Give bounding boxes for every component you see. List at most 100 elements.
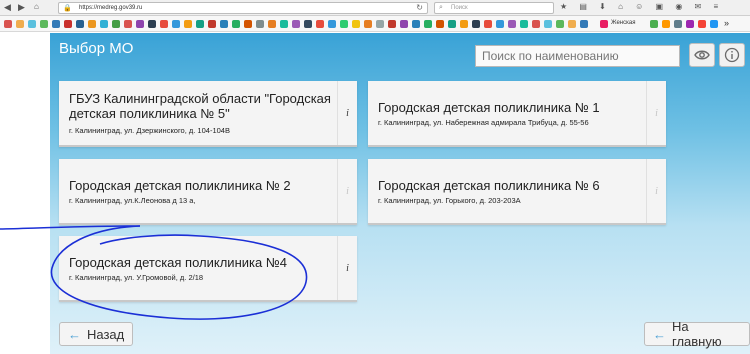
card-info-icon[interactable]: i [337, 81, 357, 145]
bookmark-icon[interactable] [508, 20, 516, 28]
bookmark-icon[interactable] [412, 20, 420, 28]
bookmark-icon[interactable] [28, 20, 36, 28]
bookmark-icon[interactable] [710, 20, 718, 28]
browser-search-placeholder: Поиск [451, 5, 468, 11]
bookmark-icon[interactable] [184, 20, 192, 28]
more-bookmarks-icon[interactable]: » [724, 18, 729, 28]
card-info-icon[interactable]: i [337, 159, 357, 223]
card-info-icon[interactable]: i [646, 159, 666, 223]
bookmark-icon[interactable] [568, 20, 576, 28]
bookmark-icon[interactable] [388, 20, 396, 28]
bookmark-icon[interactable] [400, 20, 408, 28]
bookmark-icon[interactable] [472, 20, 480, 28]
card-info-icon[interactable]: i [337, 236, 357, 300]
forward-nav-icon[interactable]: ▶ [18, 2, 25, 13]
bookmark-icon[interactable] [686, 20, 694, 28]
bookmark-icon[interactable] [556, 20, 564, 28]
arrow-left-icon: ← [653, 326, 666, 342]
lock-icon: 🔒 [63, 5, 72, 12]
bookmark-icon[interactable] [244, 20, 252, 28]
card-title: Городская детская поликлиника № 2 [69, 178, 291, 193]
bookmark-icon[interactable] [256, 20, 264, 28]
mo-card[interactable]: ГБУЗ Калининградской области "Городская … [59, 81, 357, 147]
back-button-label: Назад [87, 326, 125, 342]
bookmark-icon[interactable] [340, 20, 348, 28]
bookmark-icon[interactable] [148, 20, 156, 28]
card-address: г. Калининград, ул. Дзержинского, д. 104… [69, 126, 230, 135]
bookmark-icon[interactable] [316, 20, 324, 28]
toolbar-icons[interactable]: ★ ▤ ⬇ ⌂ ☺ ▣ ◉ ✉ ≡ [560, 2, 723, 11]
home-button[interactable]: ← На главную [644, 319, 750, 349]
bookmark-icon[interactable] [268, 20, 276, 28]
bookmark-icon[interactable] [124, 20, 132, 28]
view-button[interactable] [689, 43, 715, 67]
card-address: г. Калининград, ул. У.Громовой, д. 2/18 [69, 273, 204, 282]
bookmark-icon[interactable] [232, 20, 240, 28]
bookmark-icon[interactable] [328, 20, 336, 28]
info-button[interactable] [719, 43, 745, 67]
bookmark-icon[interactable] [112, 20, 120, 28]
bookmark-icon[interactable] [280, 20, 288, 28]
mo-card[interactable]: Городская детская поликлиника № 2 г. Кал… [59, 159, 357, 225]
bookmark-icon[interactable] [662, 20, 670, 28]
browser-search[interactable]: ⌕ Поиск [434, 2, 554, 14]
search-input[interactable] [475, 45, 680, 67]
bookmark-icon[interactable] [16, 20, 24, 28]
bookmark-icon[interactable] [520, 20, 528, 28]
arrow-left-icon: ← [68, 326, 81, 342]
bookmark-icon[interactable] [436, 20, 444, 28]
mo-card[interactable]: Городская детская поликлиника № 6 г. Кал… [368, 159, 666, 225]
browser-toolbar: ◀ ▶ ⌂ 🔒 https://medreg.gov39.ru ↻ ⌕ Поис… [0, 0, 750, 16]
search-icon: ⌕ [439, 4, 443, 11]
bookmark-icon[interactable] [448, 20, 456, 28]
address-bar[interactable]: 🔒 https://medreg.gov39.ru ↻ [58, 2, 428, 14]
bookmark-icon[interactable] [4, 20, 12, 28]
bookmark-icon[interactable] [376, 20, 384, 28]
bookmark-icon[interactable] [424, 20, 432, 28]
bookmarks-bar: Женская » [0, 16, 750, 32]
bookmark-icon[interactable] [698, 20, 706, 28]
reload-icon[interactable]: ↻ [416, 3, 423, 13]
card-address: г. Калининград, ул. Горького, д. 203-203… [378, 196, 521, 205]
bookmark-icon[interactable] [352, 20, 360, 28]
address-text: https://medreg.gov39.ru [79, 5, 143, 11]
bookmark-icon[interactable] [364, 20, 372, 28]
bookmark-label[interactable]: Женская [611, 20, 635, 26]
card-title: Городская детская поликлиника № 1 [378, 100, 600, 115]
bookmark-icon[interactable] [76, 20, 84, 28]
bookmark-icon[interactable] [484, 20, 492, 28]
mo-card[interactable]: Городская детская поликлиника № 1 г. Кал… [368, 81, 666, 147]
bookmark-icon[interactable] [196, 20, 204, 28]
app-container: Выбор МО ГБУЗ Калининградской области "Г… [50, 33, 750, 354]
back-button[interactable]: ← Назад [59, 322, 134, 346]
bookmark-icon[interactable] [580, 20, 588, 28]
bookmark-icon[interactable] [460, 20, 468, 28]
mo-card[interactable]: Городская детская поликлиника №4 г. Кали… [59, 236, 357, 302]
info-icon [724, 47, 740, 63]
bookmark-icon[interactable] [172, 20, 180, 28]
bookmark-icon[interactable] [496, 20, 504, 28]
bookmark-icon[interactable] [600, 20, 608, 28]
bookmark-icon[interactable] [136, 20, 144, 28]
bookmark-icon[interactable] [88, 20, 96, 28]
home-nav-icon[interactable]: ⌂ [34, 2, 39, 11]
bookmark-icon[interactable] [160, 20, 168, 28]
bookmark-icon[interactable] [674, 20, 682, 28]
bookmark-icon[interactable] [532, 20, 540, 28]
bookmark-icon[interactable] [292, 20, 300, 28]
bookmark-icon[interactable] [40, 20, 48, 28]
bookmark-icon[interactable] [544, 20, 552, 28]
back-nav-icon[interactable]: ◀ [4, 2, 11, 13]
card-info-icon[interactable]: i [646, 81, 666, 145]
bookmark-icon[interactable] [100, 20, 108, 28]
bookmark-icon[interactable] [304, 20, 312, 28]
eye-icon [694, 50, 710, 60]
bookmark-icon[interactable] [52, 20, 60, 28]
card-address: г. Калининград, ул.К.Леонова д 13 а, [69, 196, 196, 205]
bookmark-icon[interactable] [64, 20, 72, 28]
bookmark-icon[interactable] [220, 20, 228, 28]
bookmark-icon[interactable] [208, 20, 216, 28]
card-title: ГБУЗ Калининградской области "Городская … [69, 91, 331, 121]
bookmark-icon[interactable] [650, 20, 658, 28]
page-title: Выбор МО [59, 40, 134, 57]
